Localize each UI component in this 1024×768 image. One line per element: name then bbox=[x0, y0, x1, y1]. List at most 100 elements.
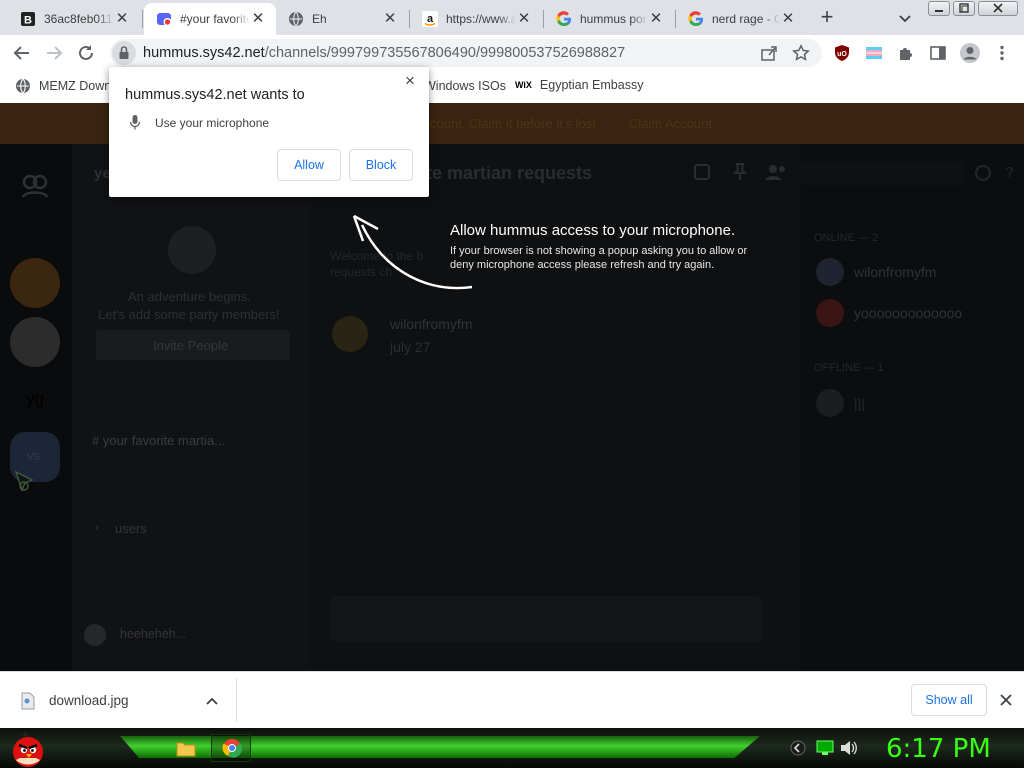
tab-5[interactable]: nerd rage - G ✕ bbox=[676, 3, 806, 35]
member-avatar[interactable] bbox=[816, 299, 844, 327]
thread-icon[interactable] bbox=[692, 162, 712, 182]
share-icon[interactable] bbox=[760, 44, 778, 62]
member-list: ? ONLINE — 2 wilonfromyfm yooooooooooooo… bbox=[800, 144, 1024, 671]
reload-icon[interactable] bbox=[72, 39, 100, 67]
menu-icon[interactable] bbox=[988, 39, 1016, 67]
message-author[interactable]: wilonfromyfm bbox=[390, 316, 472, 332]
channel-sidebar: ye An adventure begins. Let's add some p… bbox=[72, 144, 310, 671]
allow-button[interactable]: Allow bbox=[277, 149, 341, 181]
category-users[interactable]: users bbox=[115, 521, 147, 536]
bookmark-label: MEMZ Down bbox=[39, 79, 112, 93]
chevron-right-icon: › bbox=[95, 520, 99, 534]
tab-0[interactable]: B 36ac8feb011 ✕ bbox=[8, 3, 140, 35]
close-icon[interactable]: × bbox=[405, 71, 415, 91]
server-icon-2[interactable] bbox=[10, 317, 60, 367]
message-avatar[interactable] bbox=[332, 316, 368, 352]
tab-title: nerd rage - G bbox=[712, 12, 780, 26]
invite-people-button[interactable]: Invite People bbox=[96, 330, 290, 360]
pin-icon[interactable] bbox=[730, 162, 750, 182]
home-icon[interactable] bbox=[20, 170, 50, 200]
server-icon-1[interactable] bbox=[10, 258, 60, 308]
member-avatar[interactable] bbox=[816, 258, 844, 286]
close-window-button[interactable] bbox=[978, 1, 1018, 16]
amazon-icon: a bbox=[422, 11, 438, 27]
member-name[interactable]: wilonfromyfm bbox=[854, 264, 936, 280]
maximize-button[interactable] bbox=[953, 1, 975, 16]
cursor-icon bbox=[14, 470, 36, 492]
address-bar[interactable]: hummus.sys42.net/channels/99979973556780… bbox=[110, 39, 822, 67]
tab-title: 36ac8feb011 bbox=[44, 12, 113, 26]
message-input[interactable] bbox=[330, 596, 762, 642]
offline-label: OFFLINE — 1 bbox=[814, 362, 884, 374]
tab-title: https://www.a bbox=[446, 12, 516, 26]
download-bar: download.jpg Show all bbox=[0, 671, 1024, 728]
overlay-text: If your browser is not showing a popup a… bbox=[450, 245, 748, 271]
minimize-button[interactable] bbox=[928, 1, 950, 16]
profile-avatar[interactable] bbox=[956, 39, 984, 67]
tab-1[interactable]: #your favorite ✕ bbox=[144, 3, 276, 35]
tab-title: #your favorite bbox=[180, 12, 250, 26]
browser-toolbar: hummus.sys42.net/channels/99979973556780… bbox=[0, 35, 1024, 71]
network-icon[interactable] bbox=[816, 740, 834, 756]
self-avatar[interactable] bbox=[84, 624, 106, 646]
volume-icon[interactable] bbox=[840, 740, 858, 756]
show-all-button[interactable]: Show all bbox=[911, 684, 987, 716]
search-input[interactable] bbox=[800, 161, 964, 185]
tab-title: hummus por bbox=[580, 12, 647, 26]
b-square-icon: B bbox=[20, 11, 36, 27]
inbox-icon[interactable] bbox=[974, 164, 992, 182]
close-icon[interactable]: ✕ bbox=[382, 11, 398, 27]
permission-title: hummus.sys42.net wants to bbox=[125, 87, 305, 103]
close-icon[interactable]: ✕ bbox=[114, 11, 130, 27]
extensions-icon[interactable] bbox=[892, 39, 920, 67]
angry-bird-start-icon[interactable] bbox=[8, 730, 48, 768]
member-name[interactable]: ||| bbox=[854, 395, 865, 411]
tab-4[interactable]: hummus por ✕ bbox=[544, 3, 674, 35]
bookmark-0[interactable]: MEMZ Down bbox=[15, 78, 111, 94]
download-item[interactable]: download.jpg bbox=[49, 693, 129, 708]
tab-2[interactable]: Eh ✕ bbox=[276, 3, 408, 35]
members-icon[interactable] bbox=[764, 162, 788, 182]
taskbar: 6:17 PM bbox=[0, 728, 1024, 768]
extension-flag-icon[interactable] bbox=[860, 39, 888, 67]
chrome-taskbar-button[interactable] bbox=[211, 734, 251, 762]
tab-3[interactable]: a https://www.a ✕ bbox=[410, 3, 542, 35]
help-icon[interactable]: ? bbox=[1005, 164, 1013, 181]
new-tab-button[interactable]: + bbox=[817, 6, 837, 28]
microphone-icon bbox=[129, 114, 141, 132]
url-text: hummus.sys42.net/channels/99979973556780… bbox=[143, 45, 625, 61]
close-icon[interactable] bbox=[998, 692, 1014, 708]
member-avatar[interactable] bbox=[816, 389, 844, 417]
close-icon[interactable]: ✕ bbox=[780, 11, 796, 27]
bookmark-2[interactable]: WiX Egyptian Embassy bbox=[515, 78, 643, 92]
arrow-circle-icon[interactable] bbox=[790, 740, 806, 756]
tab-search-icon[interactable] bbox=[896, 9, 914, 27]
forward-icon[interactable] bbox=[40, 39, 68, 67]
server-icon-yg[interactable]: yg bbox=[26, 389, 44, 409]
url-path: /channels/999799735567806490/99980053752… bbox=[264, 45, 626, 61]
site-info-button[interactable] bbox=[112, 41, 136, 65]
bookmark-label: Windows ISOs bbox=[424, 79, 506, 93]
block-button[interactable]: Block bbox=[349, 149, 413, 181]
folder-icon[interactable] bbox=[176, 740, 196, 758]
chevron-up-icon[interactable] bbox=[204, 693, 220, 709]
star-icon[interactable] bbox=[792, 44, 810, 62]
claim-account-button[interactable]: Claim Account bbox=[629, 116, 712, 131]
globe-icon bbox=[288, 11, 304, 27]
file-icon bbox=[20, 692, 36, 710]
ublock-icon[interactable]: uO bbox=[828, 39, 856, 67]
back-icon[interactable] bbox=[8, 39, 36, 67]
clock[interactable]: 6:17 PM bbox=[886, 734, 991, 764]
side-panel-icon[interactable] bbox=[924, 39, 952, 67]
close-icon[interactable]: ✕ bbox=[250, 11, 266, 27]
close-icon[interactable]: ✕ bbox=[648, 11, 664, 27]
member-name[interactable]: yooooooooooooo bbox=[854, 305, 962, 321]
channel-title: rite martian requests bbox=[414, 163, 593, 183]
svg-text:a: a bbox=[427, 13, 434, 25]
chrome-icon bbox=[222, 739, 242, 758]
empty-illustration bbox=[168, 226, 216, 274]
empty-subtitle: Let's add some party members! bbox=[98, 307, 280, 322]
server-vs-label: vs bbox=[27, 448, 40, 463]
channel-item[interactable]: # your favorite martia... bbox=[92, 433, 225, 448]
close-icon[interactable]: ✕ bbox=[516, 11, 532, 27]
